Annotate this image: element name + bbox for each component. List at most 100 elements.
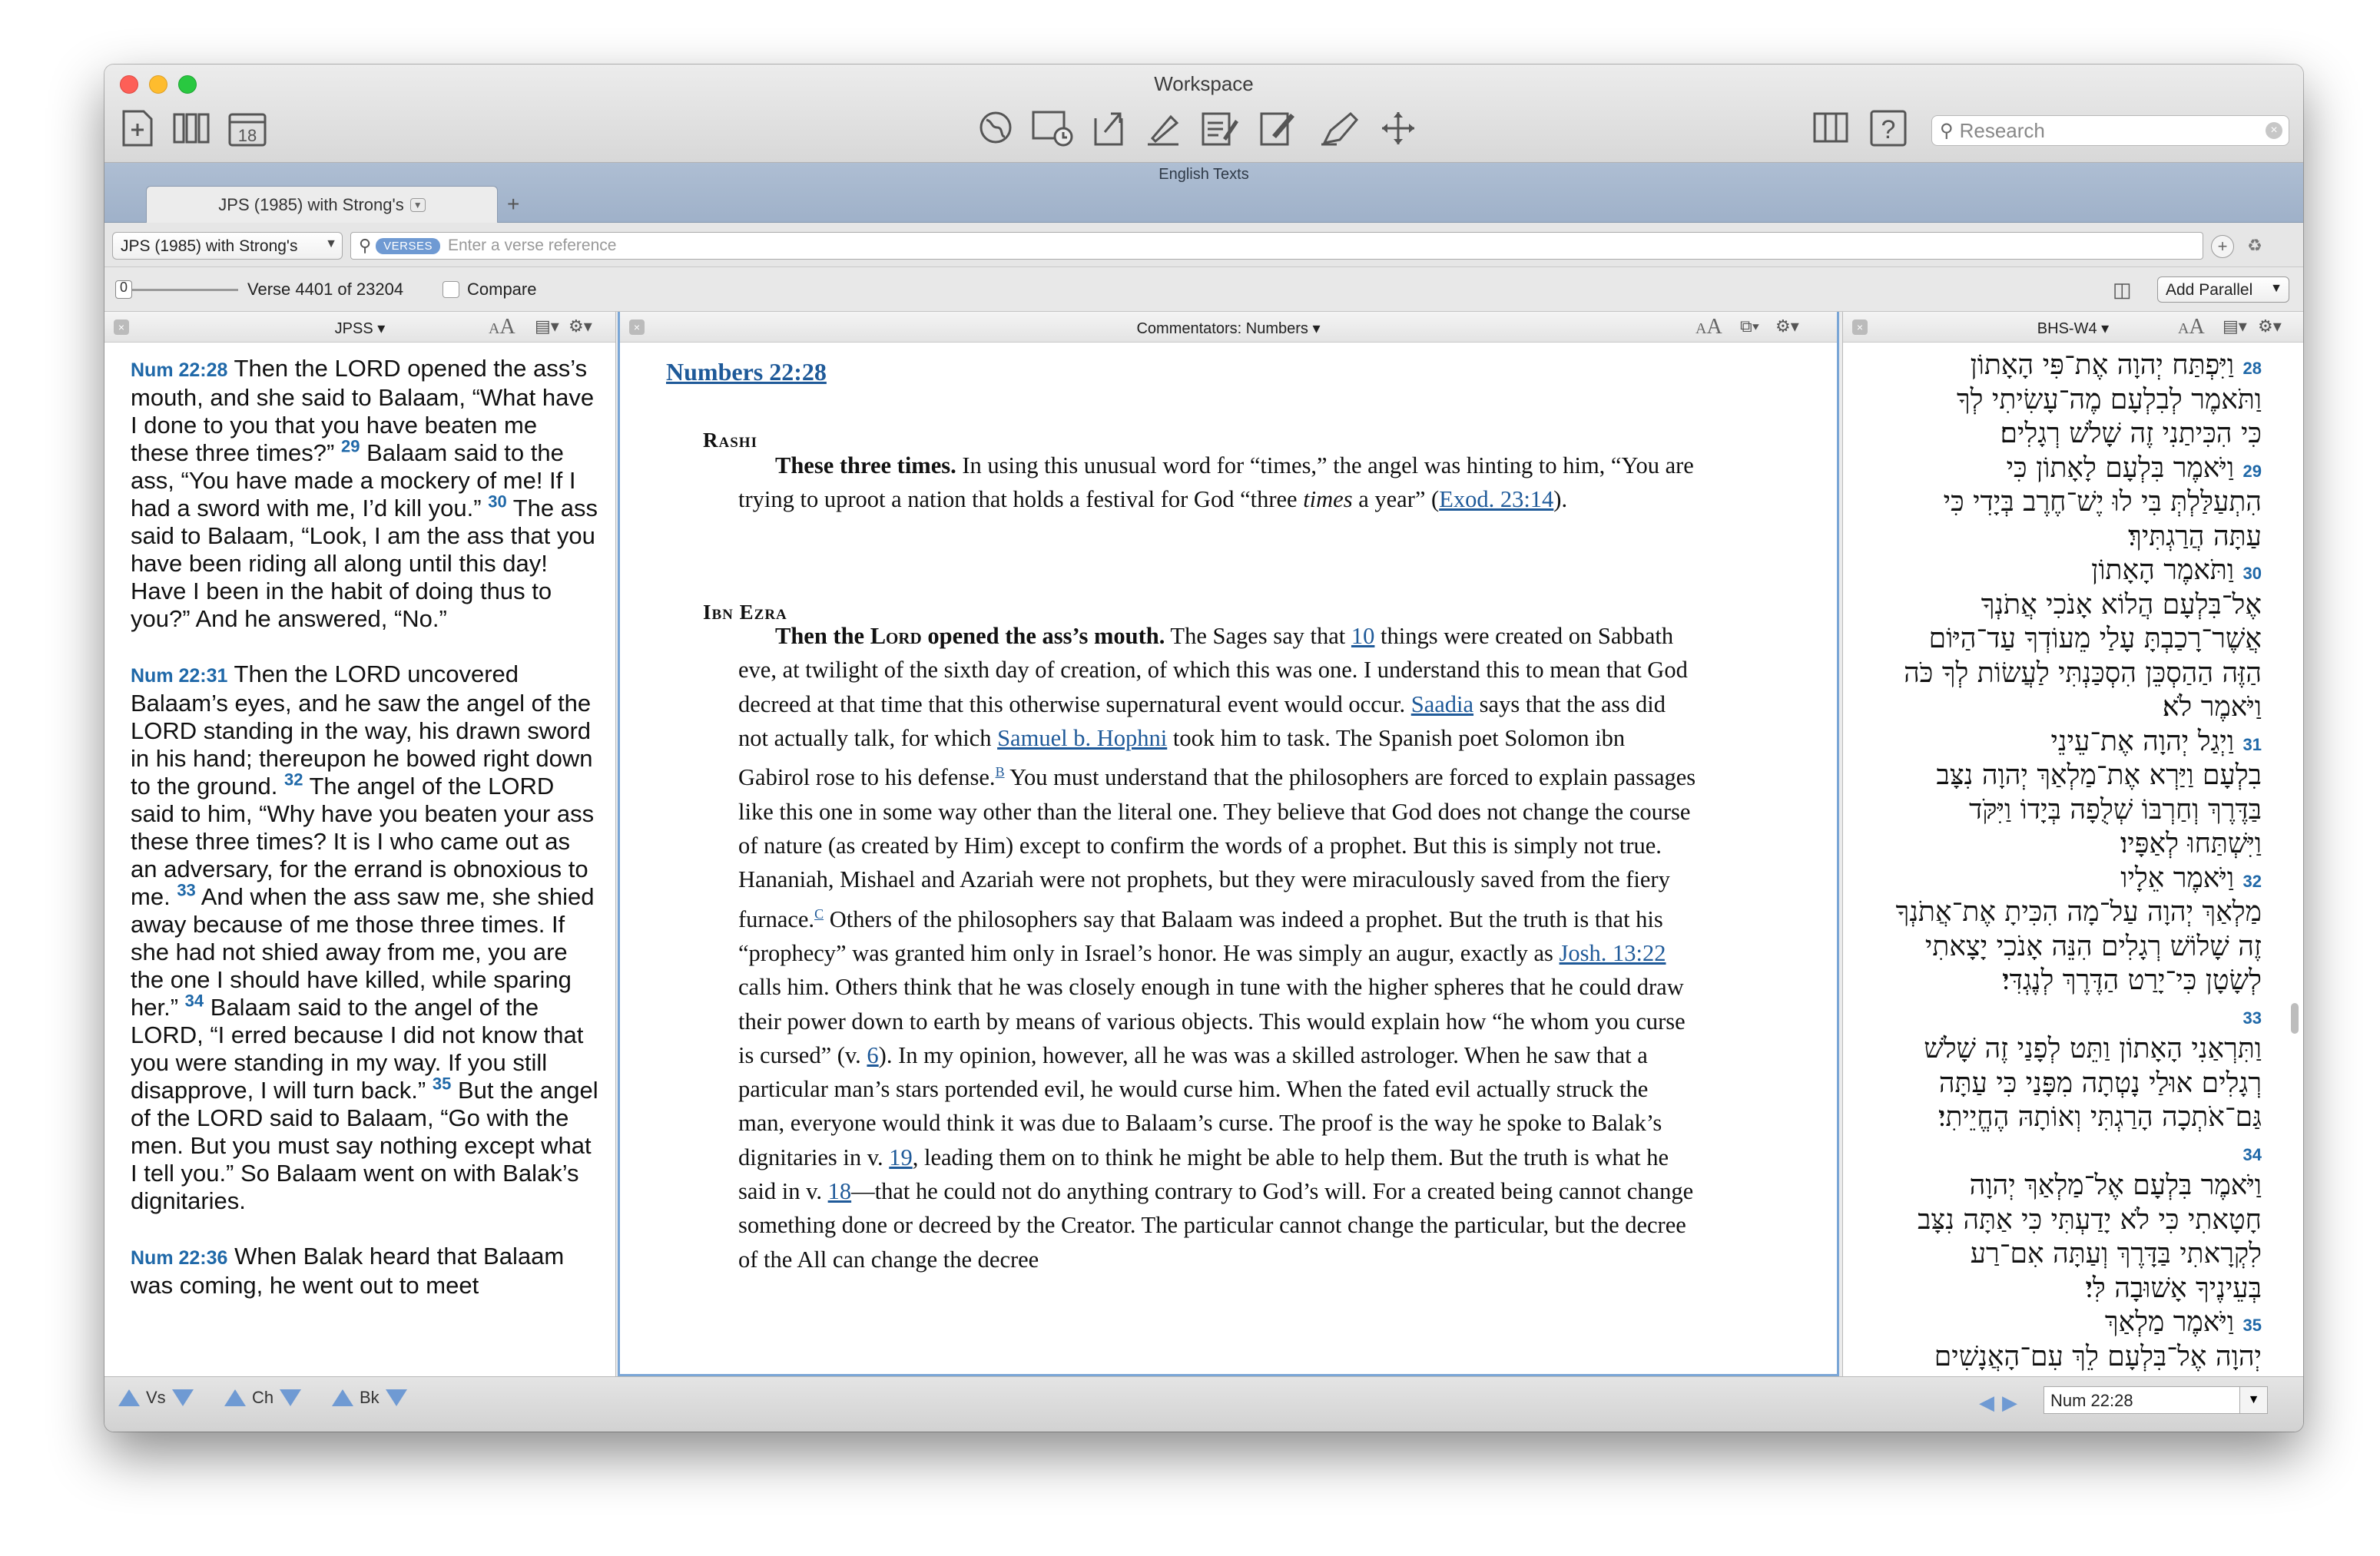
history-arrows[interactable]: ◀▶ [1979, 1391, 2025, 1415]
hebrew-text: לִקְרָאתִי בַּדָּרֶךְ וְעַתָּה אִם־רַע [1970, 1239, 2262, 1270]
hebrew-line: יְהוָה אֶל־בִּלְעָם לֵךְ עִם־הָאֲנָשִׁים [1862, 1342, 2262, 1372]
hebrew-text: בְּעֵינֶיךָ אָשׁוּבָה לִּי׃ [2085, 1273, 2262, 1304]
verse-reference[interactable]: Num 22:31 [131, 665, 227, 687]
compare-checkbox[interactable] [443, 281, 459, 298]
hebrew-line: וַיִּשְׁתַּחוּ לְאַפָּיו׃ [1862, 829, 2262, 859]
parallel-panes-icon[interactable]: ◫ [2113, 278, 2132, 302]
sync-icon[interactable]: ♻ [2243, 235, 2266, 258]
verse-slider[interactable]: 0 [115, 280, 238, 300]
media-browser-icon[interactable] [1029, 106, 1077, 151]
hebrew-line: מַלְאַךְ יְהוָה עַל־מָה הִכִּיתָ אֶת־אֲת… [1862, 897, 2262, 928]
verse-reference[interactable]: Num 22:36 [131, 1247, 227, 1269]
previous-verse-icon[interactable] [118, 1389, 140, 1406]
gear-icon[interactable]: ⚙▾ [1775, 316, 1799, 336]
verse-number[interactable]: 33 [2243, 1008, 2262, 1028]
pane-view-icon[interactable]: ⧉▾ [1740, 316, 1759, 336]
font-size-icon[interactable]: AA [1696, 315, 1722, 339]
hebrew-line: וַיֹּאמֶר בִּלְעָם אֶל־מַלְאַךְ יְהוָה [1862, 1170, 2262, 1201]
hebrew-line: חָטָאתִי כִּי לֹא יָדַעְתִּי כִּי אַתָּה… [1862, 1205, 2262, 1236]
clear-search-icon[interactable]: × [2266, 122, 2282, 139]
verse-number[interactable]: 30 [2243, 564, 2262, 583]
font-size-icon[interactable]: AA [489, 315, 515, 339]
pane-header: × JPSS ▾ AA ▤▾ ⚙▾ [104, 312, 615, 343]
ie-link-v6[interactable]: 6 [867, 1042, 878, 1068]
previous-chapter-icon[interactable] [224, 1389, 246, 1406]
hebrew-line: לִקְרָאתִי בַּדָּרֶךְ וְעַתָּה אִם־רַע [1862, 1239, 2262, 1270]
verse-reference[interactable]: Num 22:28 [131, 359, 227, 381]
add-search-icon[interactable]: + [2211, 235, 2234, 258]
export-icon[interactable] [1089, 106, 1131, 151]
slider-value: 0 [120, 280, 128, 295]
verse-number[interactable]: 29 [2243, 462, 2262, 481]
pane-view-icon[interactable]: ▤▾ [535, 316, 559, 336]
verse-navigation-bar: 0 Verse 4401 of 23204 Compare ◫ Add Para… [104, 267, 2303, 312]
reference-field[interactable]: Num 22:28 [2044, 1386, 2240, 1414]
note-icon[interactable] [1198, 106, 1245, 151]
ie-link-10[interactable]: 10 [1351, 623, 1375, 649]
pane-view-icon[interactable]: ▤▾ [2223, 316, 2247, 336]
pane-title-menu[interactable]: Commentators: Numbers ▾ [620, 319, 1837, 338]
rashi-link-exod[interactable]: Exod. 23:14 [1439, 486, 1553, 512]
jpss-pane: × JPSS ▾ AA ▤▾ ⚙▾ Num 22:28 Then the LOR… [104, 312, 616, 1376]
verse-number[interactable]: 34 [185, 992, 204, 1011]
gear-icon[interactable]: ⚙▾ [568, 316, 592, 336]
hebrew-line: 35 וַיֹּאמֶר מַלְאַךְ [1862, 1307, 2262, 1341]
research-search-field[interactable]: ⚲ Research × [1931, 115, 2289, 146]
ie-link-saadia[interactable]: Saadia [1411, 691, 1473, 717]
previous-book-icon[interactable] [332, 1389, 353, 1406]
ie-link-v18[interactable]: 18 [828, 1178, 852, 1204]
verse-number[interactable]: 35 [433, 1074, 451, 1094]
help-icon[interactable]: ? [1867, 106, 1910, 151]
gear-icon[interactable]: ⚙▾ [2258, 316, 2282, 336]
calendar-icon[interactable]: 18 [226, 106, 269, 151]
font-size-icon[interactable]: AA [2178, 315, 2205, 339]
verse-reference-input[interactable]: ⚲ VERSES Enter a verse reference [350, 232, 2203, 260]
compare-toggle[interactable]: Compare [443, 280, 536, 300]
move-icon[interactable] [1377, 106, 1420, 151]
chevron-down-icon[interactable]: ▼ [2240, 1386, 2268, 1414]
verse-number[interactable]: 31 [2243, 735, 2262, 754]
verse-number[interactable]: 28 [2243, 359, 2262, 378]
ie-link-v19[interactable]: 19 [889, 1144, 913, 1170]
add-parallel-button[interactable]: Add Parallel ▼ [2157, 276, 2289, 303]
verse-number[interactable]: 33 [177, 881, 195, 900]
hebrew-text: וַיֹּאמֶר בִּלְעָם אֶל־מַלְאַךְ יְהוָה [1969, 1170, 2262, 1201]
hebrew-text: אֶל־בִּלְעָם הֲלוֹא אָנֹכִי אֲתֹנְךָ [1981, 589, 2262, 621]
verse-number[interactable]: 29 [341, 437, 360, 456]
footnote-b[interactable]: B [996, 764, 1005, 780]
footnote-c[interactable]: C [814, 906, 824, 922]
library-icon[interactable] [172, 106, 210, 151]
tab-jps-strongs[interactable]: JPS (1985) with Strong's ▼ [146, 186, 498, 223]
ie-link-samuel[interactable]: Samuel b. Hophni [997, 725, 1167, 751]
verse-number[interactable]: 34 [2243, 1145, 2262, 1164]
passage-heading[interactable]: Numbers 22:28 [666, 358, 827, 386]
next-chapter-icon[interactable] [280, 1389, 302, 1406]
next-book-icon[interactable] [385, 1389, 407, 1406]
edit-note-icon[interactable] [1257, 106, 1303, 151]
verse-number[interactable]: 32 [2243, 872, 2262, 891]
scrollbar[interactable] [2291, 1003, 2299, 1034]
add-tab-button[interactable]: + [507, 192, 519, 217]
ie-text: The Sages say that [1165, 623, 1351, 649]
verse-number[interactable]: 32 [284, 770, 303, 790]
pen-icon[interactable] [1318, 106, 1366, 151]
book-nav-label: Bk [360, 1388, 380, 1407]
ie-link-josh[interactable]: Josh. 13:22 [1560, 940, 1666, 966]
chevron-down-icon: ▼ [325, 237, 337, 250]
resource-selector[interactable]: JPS (1985) with Strong's ▼ [112, 232, 343, 260]
research-placeholder: Research [1959, 118, 2045, 142]
verse-number[interactable]: 30 [488, 492, 506, 511]
hebrew-text: כִּי הִכִּיתַנִי זֶה שָׁלֹשׁ רְגָלִים׃ [2000, 419, 2262, 449]
search-mode-pill[interactable]: VERSES [376, 237, 440, 254]
bhs-pane: × BHS-W4 ▾ AA ▤▾ ⚙▾ 28 וַיִּפְתַּח יְהוָ… [1842, 312, 2303, 1376]
tab-menu-icon[interactable]: ▼ [409, 197, 426, 212]
verse-number[interactable]: 35 [2243, 1316, 2262, 1335]
hebrew-text: וַיִּפְתַּח יְהוָה אֶת־פִּי הָאָתוֹן [1970, 350, 2235, 381]
new-document-icon[interactable] [118, 106, 157, 151]
window-title: Workspace [1154, 72, 1254, 95]
globe-icon[interactable] [974, 106, 1019, 151]
layout-icon[interactable] [1810, 106, 1855, 151]
hebrew-text: רְגָלִים אוּלַי נָטְתָה מִפָּנַי כִּי עַ… [1938, 1068, 2262, 1099]
highlighter-icon[interactable] [1143, 106, 1185, 151]
next-verse-icon[interactable] [171, 1389, 194, 1406]
